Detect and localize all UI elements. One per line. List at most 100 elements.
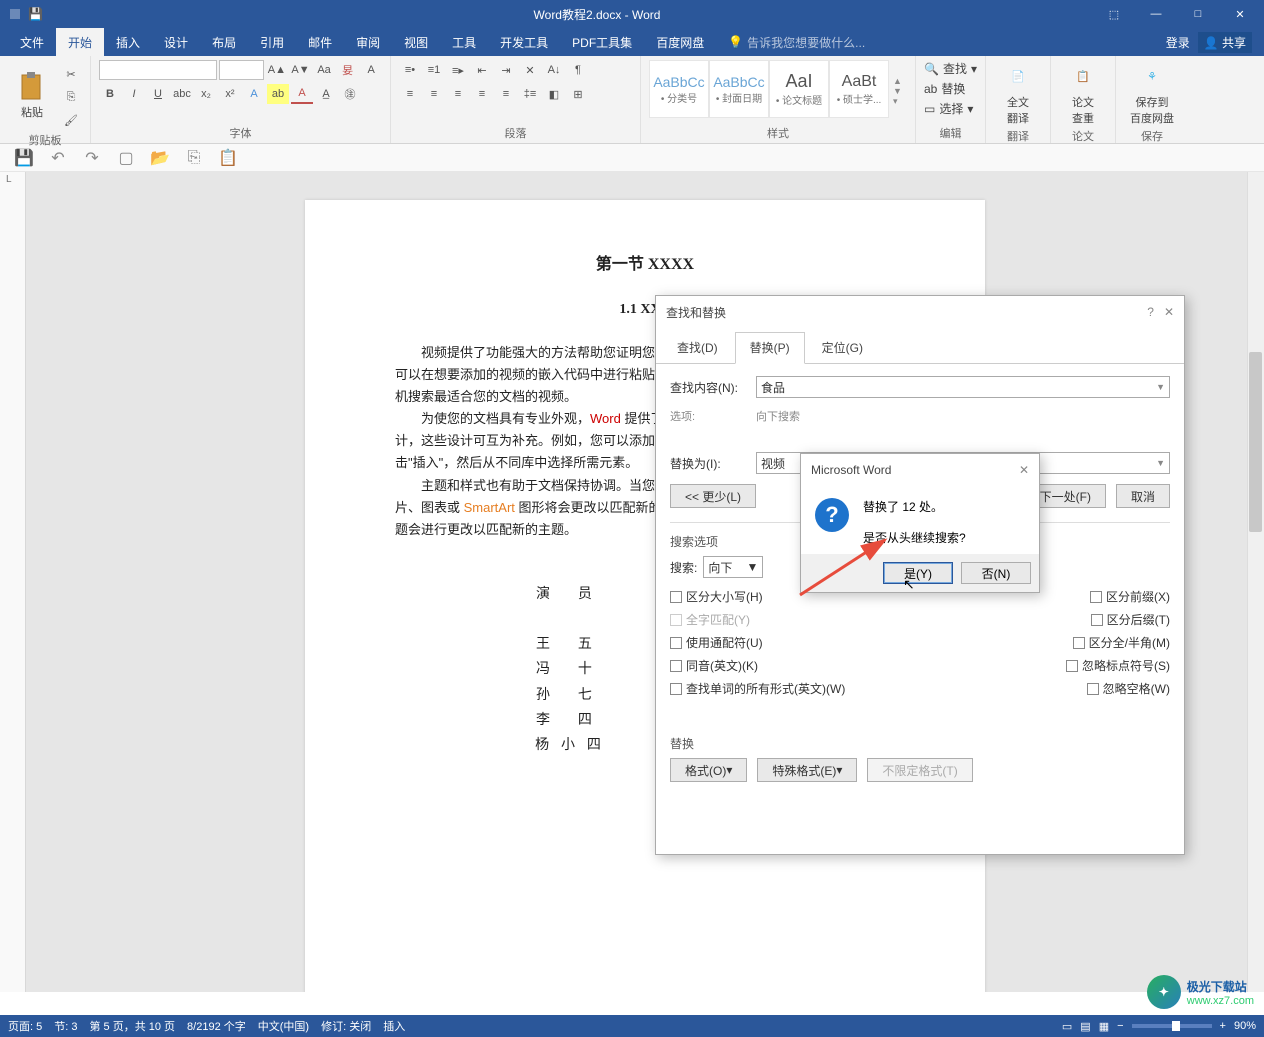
zoom-slider[interactable]	[1132, 1024, 1212, 1028]
superscript-button[interactable]: x²	[219, 84, 241, 104]
tab-goto[interactable]: 定位(G)	[807, 332, 878, 363]
paste-button[interactable]: 粘贴	[8, 60, 56, 130]
subscript-button[interactable]: x₂	[195, 84, 217, 104]
style-item-2[interactable]: AaBbCc• 封面日期	[709, 60, 769, 118]
vertical-ruler[interactable]: L	[0, 172, 26, 992]
status-page[interactable]: 页面: 5	[8, 1018, 42, 1034]
minimize-button[interactable]: —	[1136, 0, 1176, 28]
less-button[interactable]: << 更少(L)	[670, 484, 756, 508]
styles-down-button[interactable]: ▼	[893, 86, 907, 96]
vertical-scrollbar[interactable]	[1247, 172, 1264, 992]
dropdown-icon[interactable]: ▼	[1156, 458, 1165, 468]
align-left-button[interactable]: ≡	[399, 84, 421, 104]
search-direction-select[interactable]: 向下▼	[703, 556, 763, 578]
tab-review[interactable]: 审阅	[344, 28, 392, 56]
check-wildcards[interactable]: 使用通配符(U)	[670, 634, 920, 651]
status-section[interactable]: 节: 3	[54, 1018, 77, 1034]
special-button[interactable]: 特殊格式(E) ▾	[757, 758, 857, 782]
sort-button[interactable]: A↓	[543, 60, 565, 80]
tab-references[interactable]: 引用	[248, 28, 296, 56]
select-button[interactable]: ▭选择 ▾	[924, 100, 977, 117]
maximize-button[interactable]: □	[1178, 0, 1218, 28]
find-what-input[interactable]: 食品▼	[756, 376, 1170, 398]
dialog-close-button[interactable]: ✕	[1164, 305, 1174, 319]
check-word-forms[interactable]: 查找单词的所有形式(英文)(W)	[670, 680, 920, 697]
save-baidu-button[interactable]: ⚘保存到 百度网盘	[1124, 60, 1180, 126]
style-item-3[interactable]: AaI• 论文标题	[769, 60, 829, 118]
shading-button[interactable]: ◧	[543, 84, 565, 104]
view-read-mode[interactable]: ▭	[1062, 1020, 1072, 1033]
distributed-button[interactable]: ≡	[495, 84, 517, 104]
italic-button[interactable]: I	[123, 84, 145, 104]
zoom-slider-thumb[interactable]	[1172, 1021, 1180, 1031]
tab-tools[interactable]: 工具	[440, 28, 488, 56]
dropdown-icon[interactable]: ▼	[1156, 382, 1165, 392]
paper-check-button[interactable]: 📋论文 查重	[1059, 60, 1107, 126]
msgbox-titlebar[interactable]: Microsoft Word ✕	[801, 454, 1039, 486]
styles-gallery[interactable]: AaBbCc• 分类号 AaBbCc• 封面日期 AaI• 论文标题 AaBt•…	[649, 60, 889, 123]
styles-up-button[interactable]: ▲	[893, 76, 907, 86]
qat-redo[interactable]: ↷	[82, 148, 102, 168]
shrink-font-button[interactable]: A▼	[290, 60, 312, 80]
share-button[interactable]: 👤 共享	[1198, 32, 1252, 53]
replace-button[interactable]: ab替换	[924, 80, 977, 97]
check-width[interactable]: 区分全/半角(M)	[1073, 634, 1170, 651]
font-color-button[interactable]: A	[291, 84, 313, 104]
cut-button[interactable]: ✂	[60, 64, 82, 84]
style-item-4[interactable]: AaBt• 硕士学...	[829, 60, 889, 118]
text-effects-button[interactable]: A	[243, 84, 265, 104]
strikethrough-button[interactable]: abc	[171, 84, 193, 104]
no-button[interactable]: 否(N)	[961, 562, 1031, 584]
multilevel-button[interactable]: ≡▸	[447, 60, 469, 80]
show-marks-button[interactable]: ¶	[567, 60, 589, 80]
tab-mailings[interactable]: 邮件	[296, 28, 344, 56]
phonetic-guide-button[interactable]: 妟	[337, 60, 359, 80]
zoom-in-button[interactable]: +	[1220, 1020, 1226, 1032]
tab-baidu[interactable]: 百度网盘	[644, 28, 716, 56]
tell-me-search[interactable]: 💡 告诉我您想要做什么...	[728, 34, 865, 51]
qat-open[interactable]: 📂	[150, 148, 170, 168]
status-insert-mode[interactable]: 插入	[383, 1018, 405, 1034]
check-prefix[interactable]: 区分前缀(X)	[1090, 588, 1170, 605]
enclose-char-button[interactable]: ㊟	[339, 84, 361, 104]
format-painter-button[interactable]: 🖌	[60, 110, 82, 130]
styles-more-button[interactable]: ▾	[893, 96, 907, 107]
format-button[interactable]: 格式(O) ▾	[670, 758, 747, 782]
qat-copy[interactable]: ⎘	[184, 148, 204, 168]
msgbox-close-button[interactable]: ✕	[1019, 463, 1029, 477]
login-link[interactable]: 登录	[1166, 34, 1190, 51]
close-button[interactable]: ✕	[1220, 0, 1260, 28]
full-translate-button[interactable]: 📄全文 翻译	[994, 60, 1042, 126]
tab-pdf[interactable]: PDF工具集	[560, 28, 644, 56]
copy-button[interactable]: ⎘	[60, 87, 82, 107]
qat-paste[interactable]: 📋	[218, 148, 238, 168]
increase-indent-button[interactable]: ⇥	[495, 60, 517, 80]
tab-developer[interactable]: 开发工具	[488, 28, 560, 56]
grow-font-button[interactable]: A▲	[266, 60, 288, 80]
char-border-button[interactable]: A	[360, 60, 382, 80]
tab-insert[interactable]: 插入	[104, 28, 152, 56]
qat-save-icon[interactable]: 💾	[28, 7, 43, 21]
qat-save[interactable]: 💾	[14, 148, 34, 168]
qat-new[interactable]: ▢	[116, 148, 136, 168]
borders-button[interactable]: ⊞	[567, 84, 589, 104]
decrease-indent-button[interactable]: ⇤	[471, 60, 493, 80]
status-page-count[interactable]: 第 5 页，共 10 页	[89, 1018, 175, 1034]
tab-find[interactable]: 查找(D)	[662, 332, 733, 363]
justify-button[interactable]: ≡	[471, 84, 493, 104]
bullets-button[interactable]: ≡•	[399, 60, 421, 80]
font-size-combo[interactable]	[219, 60, 264, 80]
zoom-level[interactable]: 90%	[1234, 1020, 1256, 1032]
bold-button[interactable]: B	[99, 84, 121, 104]
status-word-count[interactable]: 8/2192 个字	[187, 1018, 246, 1034]
status-language[interactable]: 中文(中国)	[258, 1018, 309, 1034]
tab-replace[interactable]: 替换(P)	[735, 332, 805, 364]
tab-design[interactable]: 设计	[152, 28, 200, 56]
view-web-layout[interactable]: ▦	[1099, 1020, 1109, 1033]
char-shading-button[interactable]: A̲	[315, 84, 337, 104]
change-case-button[interactable]: Aa	[313, 60, 335, 80]
zoom-out-button[interactable]: −	[1117, 1020, 1123, 1032]
tab-view[interactable]: 视图	[392, 28, 440, 56]
font-family-combo[interactable]	[99, 60, 217, 80]
ribbon-display-options[interactable]: ⬚	[1094, 0, 1134, 28]
